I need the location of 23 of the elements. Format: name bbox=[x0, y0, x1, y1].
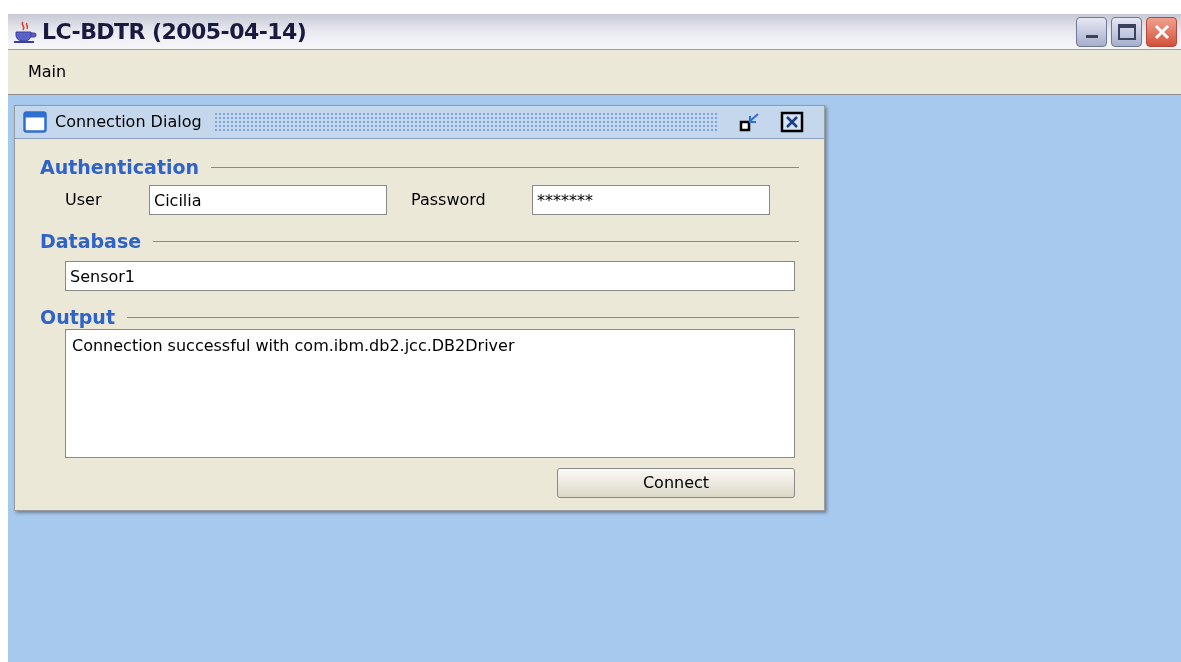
user-field[interactable]: Cicilia bbox=[149, 185, 387, 215]
close-icon[interactable] bbox=[780, 111, 804, 133]
menu-item[interactable]: Main bbox=[28, 60, 67, 84]
section-heading: Database bbox=[40, 229, 142, 253]
window-title: LC-BDTR (2005-04-14) bbox=[42, 18, 307, 46]
connect-button[interactable]: Connect bbox=[557, 468, 795, 498]
maximize-icon bbox=[1117, 23, 1136, 40]
close-icon bbox=[1153, 23, 1170, 40]
user-label: User bbox=[65, 189, 103, 211]
maximize-button[interactable] bbox=[1111, 16, 1142, 47]
output-area[interactable]: Connection successful with com.ibm.db2.jcc.DB2Driver bbox=[65, 329, 795, 458]
frame-title: Connection Dialog bbox=[55, 111, 202, 133]
minimize-button[interactable] bbox=[1076, 16, 1107, 47]
window-icon bbox=[23, 111, 47, 133]
password-label: Password bbox=[410, 189, 487, 211]
section-heading: Output bbox=[40, 305, 115, 329]
close-button[interactable] bbox=[1146, 16, 1177, 47]
output-text: Connection successful with com.ibm.db2.jcc.DB2Driver bbox=[72, 336, 515, 355]
coffee-cup-icon bbox=[12, 19, 38, 44]
minimize-icon bbox=[1085, 34, 1098, 38]
password-field[interactable]: ******* bbox=[532, 185, 770, 215]
section-heading: Authentication bbox=[40, 155, 200, 179]
database-field[interactable]: Sensor1 bbox=[65, 261, 795, 291]
